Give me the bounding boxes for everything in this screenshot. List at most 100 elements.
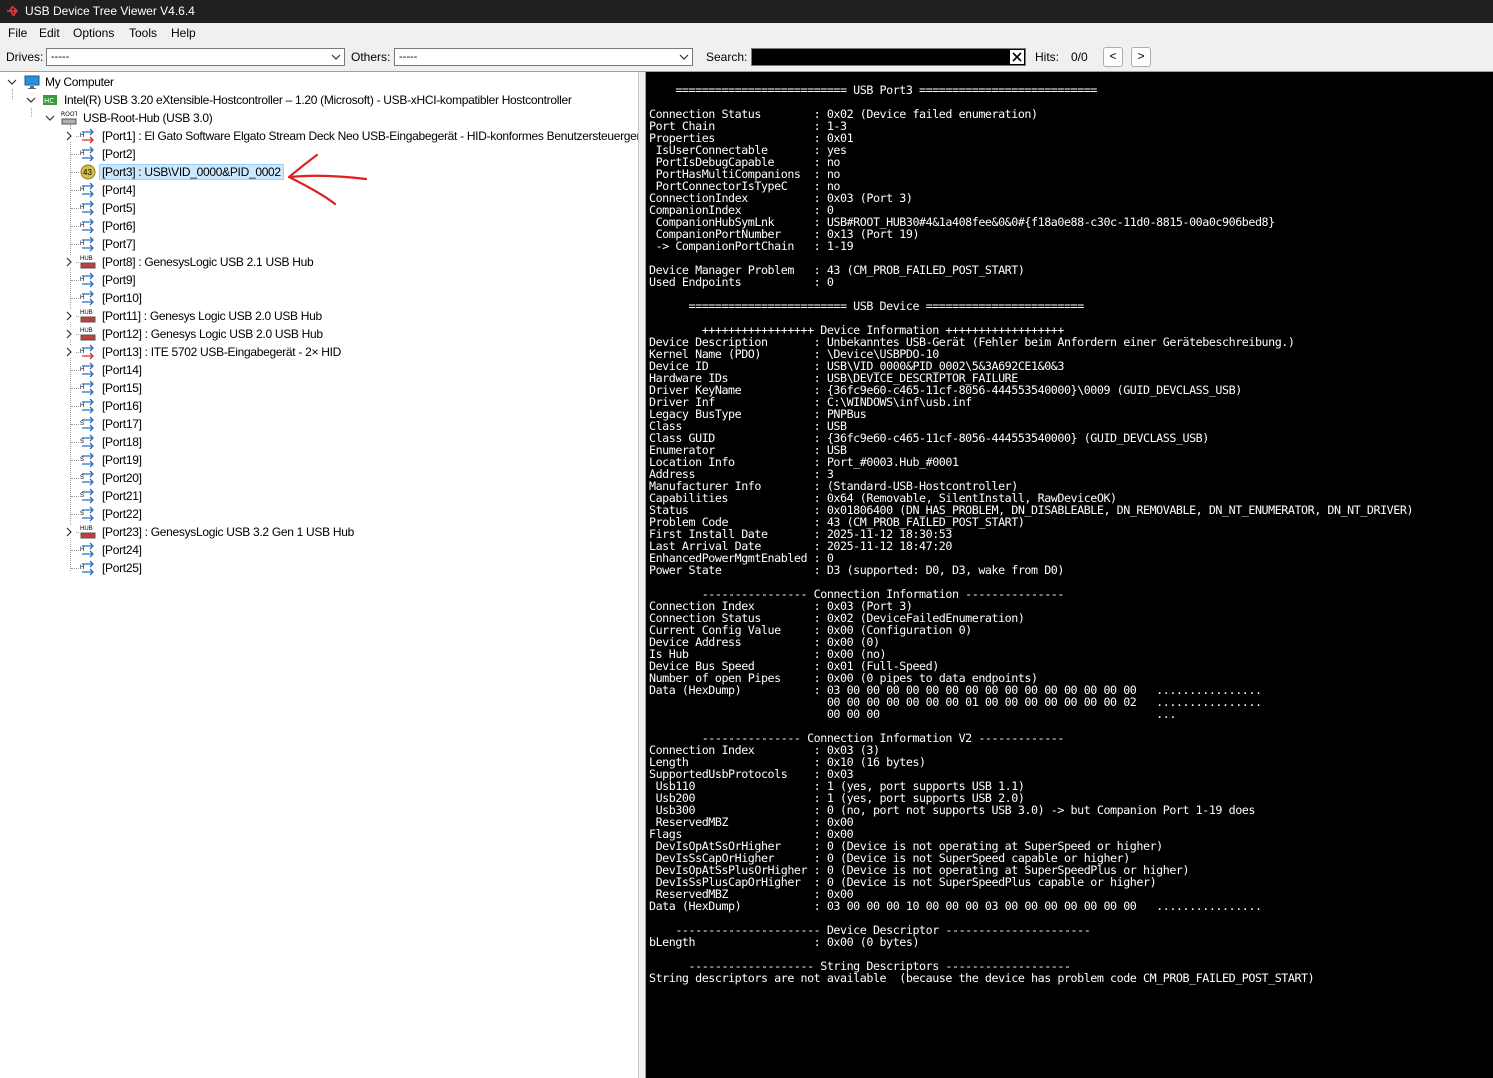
- tree-node-label: [Port21]: [102, 489, 142, 503]
- svg-text:S: S: [80, 511, 84, 517]
- pane-splitter[interactable]: [638, 72, 646, 1078]
- details-pane[interactable]: ========================== USB Port3 ===…: [646, 72, 1493, 1078]
- svg-text:43: 43: [83, 168, 92, 177]
- hub-icon: HUB: [80, 526, 96, 539]
- svg-text:H: H: [80, 151, 84, 157]
- menu-edit[interactable]: Edit: [39, 26, 60, 40]
- usb-port-icon: H: [80, 146, 94, 162]
- svg-text:H: H: [80, 133, 84, 139]
- menu-bar: File Edit Options Tools Help: [0, 23, 1493, 43]
- device-tree[interactable]: My Computer HC Intel(R) USB 3.20 eXtensi…: [0, 72, 638, 1078]
- title-bar: USB Device Tree Viewer V4.6.4: [0, 0, 1493, 23]
- svg-text:H: H: [80, 187, 84, 193]
- chevron-right-icon[interactable]: [63, 130, 75, 142]
- chevron-right-icon[interactable]: [63, 256, 75, 268]
- hub-icon: HUB: [80, 310, 96, 323]
- menu-help[interactable]: Help: [171, 26, 196, 40]
- drives-label: Drives:: [6, 50, 44, 64]
- tree-node-port[interactable]: H [Port9]: [0, 271, 638, 289]
- tree-node-port[interactable]: H [Port13] : ITE 5702 USB-Eingabegerät - …: [0, 343, 638, 361]
- tree-node-label: [Port4]: [102, 183, 136, 197]
- tree-node-label: [Port11] : Genesys Logic USB 2.0 USB Hub: [102, 309, 322, 323]
- tree-node-port[interactable]: S [Port21]: [0, 487, 638, 505]
- host-controller-icon: HC: [43, 95, 57, 105]
- tree-node-port[interactable]: HUB [Port12] : Genesys Logic USB 2.0 USB …: [0, 325, 638, 343]
- usb-port-icon: H: [80, 380, 94, 396]
- tree-node-port[interactable]: H [Port16]: [0, 397, 638, 415]
- tree-node-host-controller[interactable]: HC Intel(R) USB 3.20 eXtensible-Hostcont…: [0, 91, 638, 109]
- others-label: Others:: [351, 50, 391, 64]
- close-icon[interactable]: [1010, 50, 1024, 64]
- tree-node-label: Intel(R) USB 3.20 eXtensible-Hostcontrol…: [64, 93, 572, 107]
- search-label: Search:: [706, 50, 748, 64]
- tree-node-root-hub[interactable]: ROOT USB-Root-Hub (USB 3.0): [0, 109, 638, 127]
- tree-node-label: [Port13] : ITE 5702 USB-Eingabegerät - 2…: [102, 345, 341, 359]
- tree-node-port[interactable]: H [Port10]: [0, 289, 638, 307]
- svg-text:HUB: HUB: [80, 256, 93, 262]
- tree-node-port[interactable]: HUB [Port8] : GenesysLogic USB 2.1 USB Hu…: [0, 253, 638, 271]
- others-value: -----: [399, 51, 418, 63]
- chevron-right-icon[interactable]: [63, 310, 75, 322]
- svg-text:H: H: [80, 547, 84, 553]
- tree-node-port[interactable]: HUB [Port23] : GenesysLogic USB 3.2 Gen 1…: [0, 523, 638, 541]
- menu-options[interactable]: Options: [73, 26, 114, 40]
- chevron-right-icon[interactable]: [63, 526, 75, 538]
- toolbar: Drives: ----- Others: ----- Search: Hits…: [0, 43, 1493, 72]
- root-hub-icon: ROOT: [61, 111, 77, 125]
- tree-node-port[interactable]: H [Port15]: [0, 379, 638, 397]
- tree-node-label: [Port19]: [102, 453, 142, 467]
- svg-text:H: H: [80, 223, 84, 229]
- menu-tools[interactable]: Tools: [129, 26, 157, 40]
- computer-icon: [24, 75, 40, 89]
- tree-node-label: My Computer: [45, 75, 114, 89]
- tree-node-port[interactable]: H [Port7]: [0, 235, 638, 253]
- tree-node-port[interactable]: S [Port19]: [0, 451, 638, 469]
- tree-node-label: [Port24]: [102, 543, 142, 557]
- hub-icon: HUB: [80, 328, 96, 341]
- svg-text:H: H: [80, 295, 84, 301]
- tree-node-label: [Port17]: [102, 417, 142, 431]
- usb-port-icon: H: [80, 182, 94, 198]
- svg-text:HUB: HUB: [80, 328, 93, 334]
- svg-text:S: S: [80, 475, 84, 481]
- chevron-right-icon[interactable]: [63, 328, 75, 340]
- tree-node-port[interactable]: H [Port25]: [0, 559, 638, 577]
- tree-node-port[interactable]: S [Port18]: [0, 433, 638, 451]
- usb-port-icon: H: [80, 218, 94, 234]
- hits-value: 0/0: [1071, 50, 1088, 64]
- usb-port-icon: H: [80, 398, 94, 414]
- svg-text:HUB: HUB: [80, 310, 93, 316]
- tree-node-port[interactable]: S [Port17]: [0, 415, 638, 433]
- prev-hit-button[interactable]: <: [1103, 47, 1123, 67]
- usb-ss-port-icon: S: [80, 452, 94, 468]
- search-input[interactable]: [751, 48, 1026, 66]
- tree-node-label: [Port3] : USB\VID_0000&PID_0002: [99, 164, 284, 180]
- svg-text:HUB: HUB: [80, 526, 93, 532]
- chevron-down-icon[interactable]: [25, 94, 37, 106]
- tree-node-port[interactable]: S [Port22]: [0, 505, 638, 523]
- usb-port-icon: H: [80, 236, 94, 252]
- tree-node-port[interactable]: H [Port14]: [0, 361, 638, 379]
- tree-node-port[interactable]: HUB [Port11] : Genesys Logic USB 2.0 USB …: [0, 307, 638, 325]
- tree-node-port[interactable]: H [Port1] : El Gato Software Elgato Strea…: [0, 127, 638, 145]
- tree-node-port[interactable]: S [Port20]: [0, 469, 638, 487]
- svg-text:S: S: [80, 421, 84, 427]
- svg-text:H: H: [80, 241, 84, 247]
- tree-node-my-computer[interactable]: My Computer: [0, 73, 638, 91]
- usb-port-icon: H: [80, 362, 94, 378]
- others-select[interactable]: -----: [394, 48, 693, 66]
- next-hit-button[interactable]: >: [1131, 47, 1151, 67]
- svg-text:H: H: [80, 349, 84, 355]
- details-text: ========================== USB Port3 ===…: [649, 83, 1414, 985]
- drives-select[interactable]: -----: [46, 48, 345, 66]
- chevron-right-icon[interactable]: [63, 346, 75, 358]
- menu-file[interactable]: File: [8, 26, 27, 40]
- hits-label: Hits:: [1035, 50, 1059, 64]
- chevron-down-icon[interactable]: [44, 112, 56, 124]
- chevron-down-icon[interactable]: [6, 76, 18, 88]
- drives-value: -----: [51, 51, 70, 63]
- tree-node-port[interactable]: H [Port6]: [0, 217, 638, 235]
- tree-node-label: [Port8] : GenesysLogic USB 2.1 USB Hub: [102, 255, 314, 269]
- usb-ss-port-icon: S: [80, 488, 94, 504]
- tree-node-port[interactable]: H [Port24]: [0, 541, 638, 559]
